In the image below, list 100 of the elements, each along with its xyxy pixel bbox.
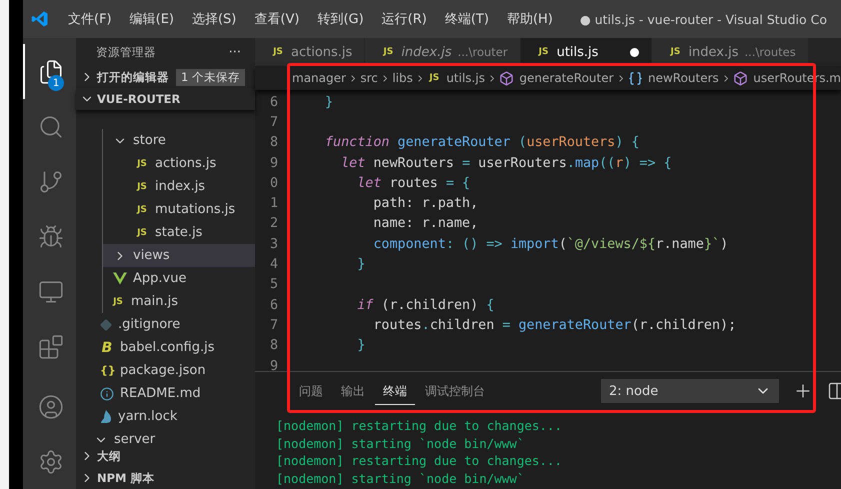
menu-item[interactable]: 转到(G) [308, 10, 373, 28]
code-line: } [356, 257, 366, 272]
tab-label: actions.js [291, 44, 352, 60]
tab-description: ...\router [458, 45, 508, 59]
cube-icon [499, 70, 514, 86]
section-header[interactable]: VUE-ROUTER [76, 88, 255, 110]
line-number: 9 [269, 156, 280, 171]
file-tree-item[interactable]: B babel.config.js [76, 336, 255, 359]
line-number: 6 [269, 94, 280, 110]
menu-item[interactable]: 选择(S) [182, 10, 246, 28]
tab-description: ...\routes [744, 45, 796, 59]
menu-item[interactable]: 运行(R) [372, 10, 436, 28]
file-tree-item[interactable]: server [76, 428, 255, 445]
js-file-icon: JS [111, 296, 125, 306]
info-icon [100, 386, 114, 400]
monitor-icon [38, 278, 64, 304]
breadcrumb-item[interactable]: libs [392, 71, 413, 85]
code-line: path: r.path, [372, 196, 478, 212]
breadcrumb-item[interactable]: generateRouter [499, 70, 614, 86]
section-header[interactable]: NPM 脚本 [76, 467, 255, 489]
search-icon [38, 114, 64, 140]
more-actions-button[interactable]: ··· [228, 44, 241, 60]
line-number: 0 [269, 176, 280, 191]
v-logo-icon [113, 272, 127, 285]
section-header[interactable]: 打开的编辑器 1 个未保存 [76, 66, 255, 88]
diamond-icon [100, 318, 112, 330]
account-icon [38, 394, 64, 420]
file-tree-item[interactable]: README.md [76, 382, 255, 405]
menu-item[interactable]: 帮助(H) [498, 10, 562, 28]
panel-tab[interactable]: 终端 [375, 377, 415, 405]
code-line: } [356, 338, 366, 354]
file-tree-item[interactable]: yarn.lock [76, 405, 255, 428]
terminal-select[interactable]: 2: node [601, 379, 779, 403]
branch-icon [38, 168, 64, 194]
settings-icon [38, 448, 64, 474]
sidebar-title: 资源管理器 [96, 44, 156, 60]
code-line: let routes = { [356, 176, 470, 191]
panel-tab[interactable]: 调试控制台 [417, 377, 493, 405]
line-number: 9 [269, 358, 280, 371]
terminal-line: [nodemon] restarting due to changes... [276, 453, 563, 470]
js-file-icon: JS [135, 228, 149, 238]
line-number: 7 [269, 318, 280, 333]
tab-label: index.js [401, 44, 452, 60]
file-tree-item[interactable]: .gitignore [76, 313, 255, 336]
code-line: name: r.name, [372, 216, 478, 232]
count-badge: 1 [48, 75, 64, 91]
code-line: } [325, 94, 334, 110]
js-file-icon: JS [135, 158, 149, 168]
terminal-line: [nodemon] starting `node bin/www` [276, 470, 526, 488]
breadcrumb-item[interactable]: newRouters [628, 70, 719, 86]
breadcrumb-item[interactable]: src [360, 71, 378, 85]
line-number: 8 [269, 135, 280, 150]
code-line: if (r.children) { [356, 298, 494, 313]
menu-item[interactable]: 查看(V) [245, 10, 308, 28]
js-file-icon: JS [668, 47, 682, 57]
editor-tab[interactable]: JS actions.js [255, 38, 366, 66]
file-tree-item[interactable]: JS main.js [103, 290, 255, 313]
menu-item[interactable]: 编辑(E) [120, 10, 183, 28]
panel-tab[interactable]: 问题 [291, 377, 331, 405]
line-number: 3 [269, 236, 280, 252]
menu-item[interactable]: 文件(F) [59, 10, 121, 28]
file-tree-item[interactable]: {} package.json [76, 359, 255, 382]
bug-icon [38, 224, 64, 250]
file-tree-item[interactable]: views [103, 244, 255, 267]
json-file-icon: {} [100, 364, 114, 377]
file-tree-item[interactable]: store [103, 129, 255, 152]
unsaved-badge: 1 个未保存 [176, 68, 245, 86]
yarn-icon [100, 410, 112, 423]
js-file-icon: JS [381, 47, 396, 57]
breadcrumb-item[interactable]: JS utils.js [427, 71, 485, 85]
js-file-icon: JS [536, 47, 551, 57]
line-number: 7 [269, 114, 280, 130]
line-number: 2 [269, 216, 280, 232]
terminal-line: [nodemon] restarting due to changes... [276, 418, 563, 435]
variable-icon [628, 70, 643, 86]
line-number: 5 [269, 277, 280, 292]
code-line: component: () => import(`@/views/${r.name}`) [372, 236, 728, 252]
panel-tab[interactable]: 输出 [333, 377, 373, 405]
js-file-icon: JS [135, 182, 149, 192]
section-header[interactable]: 大纲 [76, 445, 255, 467]
file-tree-item[interactable]: JS state.js [103, 221, 255, 244]
file-tree-item[interactable]: JS index.js [103, 175, 255, 198]
tab-label: utils.js [556, 44, 598, 60]
menu-item[interactable]: 终端(T) [436, 10, 498, 28]
window-title: ● utils.js - vue-router - Visual Studio Co [580, 12, 828, 26]
split-terminal-button[interactable] [827, 381, 841, 401]
line-number: 1 [269, 196, 280, 212]
js-file-icon: JS [427, 73, 442, 83]
file-tree-item[interactable]: JS mutations.js [103, 198, 255, 221]
tab-label: index.js [688, 44, 739, 60]
file-tree-item[interactable]: App.vue [103, 267, 255, 290]
code-line: function generateRouter (userRouters) { [325, 135, 640, 150]
breadcrumb-item[interactable]: manager [292, 71, 346, 85]
code-line: routes.children = generateRouter(r.children); [372, 318, 736, 333]
files-icon [38, 58, 64, 84]
terminal-line: [nodemon] starting `node bin/www` [276, 436, 526, 453]
cube-icon [733, 70, 748, 86]
file-tree-item[interactable]: JS actions.js [103, 152, 255, 175]
js-file-icon: JS [135, 204, 149, 214]
babel-file-icon: B [100, 340, 114, 356]
